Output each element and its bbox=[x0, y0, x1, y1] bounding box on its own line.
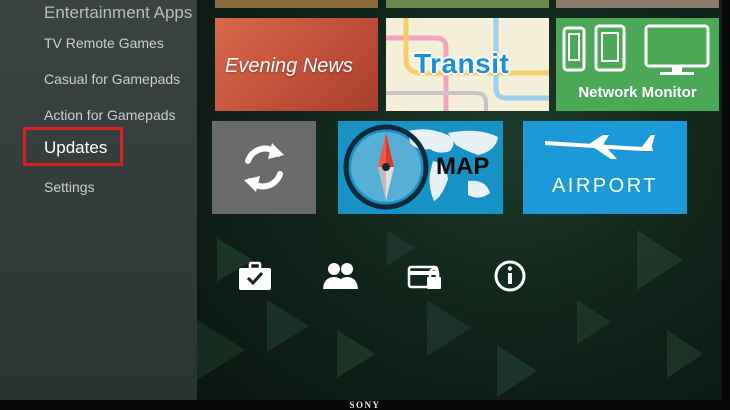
background-triangle bbox=[197, 320, 245, 380]
background-triangle bbox=[267, 300, 309, 352]
tile-title: Network Monitor bbox=[578, 84, 697, 101]
background-triangle bbox=[577, 300, 611, 344]
background-triangle bbox=[427, 300, 471, 356]
tile-title: AIRPORT bbox=[551, 175, 659, 197]
people-icon[interactable] bbox=[322, 258, 358, 294]
card-lock-icon[interactable] bbox=[407, 258, 443, 294]
tile-updates[interactable] bbox=[212, 121, 316, 214]
partial-tile[interactable] bbox=[215, 0, 378, 8]
tv-screen: Entertainment Apps TV Remote Games Casua… bbox=[0, 0, 730, 402]
tile-title: MAP bbox=[436, 153, 490, 180]
tile-title: Transit bbox=[414, 48, 510, 79]
airplane-icon bbox=[545, 135, 655, 159]
background-triangle bbox=[337, 330, 375, 378]
tile-transit[interactable]: Transit bbox=[386, 18, 549, 111]
partial-tile[interactable] bbox=[556, 0, 719, 8]
background-triangle bbox=[497, 345, 537, 397]
refresh-icon bbox=[244, 143, 284, 192]
tv-bezel bbox=[722, 0, 730, 410]
app-grid: Evening News Transit Network Monitor MAP… bbox=[197, 0, 722, 402]
sidebar-item-tv-remote-games[interactable]: TV Remote Games bbox=[44, 35, 164, 51]
info-icon[interactable] bbox=[492, 258, 528, 294]
briefcase-check-icon[interactable] bbox=[237, 258, 273, 294]
tile-map[interactable]: MAP bbox=[338, 121, 503, 214]
devices-icon bbox=[562, 24, 710, 75]
tile-title: Evening News bbox=[225, 55, 353, 77]
tile-airport[interactable]: AIRPORT bbox=[523, 121, 687, 214]
sidebar-item-casual-for-gamepads[interactable]: Casual for Gamepads bbox=[44, 71, 180, 87]
tile-evening-news[interactable]: Evening News bbox=[215, 18, 378, 111]
sidebar-item-settings[interactable]: Settings bbox=[44, 179, 95, 195]
brand-logo: SONY bbox=[349, 400, 381, 410]
sidebar-item-action-for-gamepads[interactable]: Action for Gamepads bbox=[44, 107, 176, 123]
sidebar-item-entertainment-apps[interactable]: Entertainment Apps bbox=[44, 3, 192, 23]
background-triangle bbox=[667, 330, 703, 378]
background-triangle bbox=[637, 230, 683, 290]
sidebar-item-updates[interactable]: Updates bbox=[44, 138, 107, 158]
partial-tile[interactable] bbox=[386, 0, 549, 8]
sidebar: Entertainment Apps TV Remote Games Casua… bbox=[0, 0, 197, 402]
tile-network-monitor[interactable]: Network Monitor bbox=[556, 18, 719, 111]
